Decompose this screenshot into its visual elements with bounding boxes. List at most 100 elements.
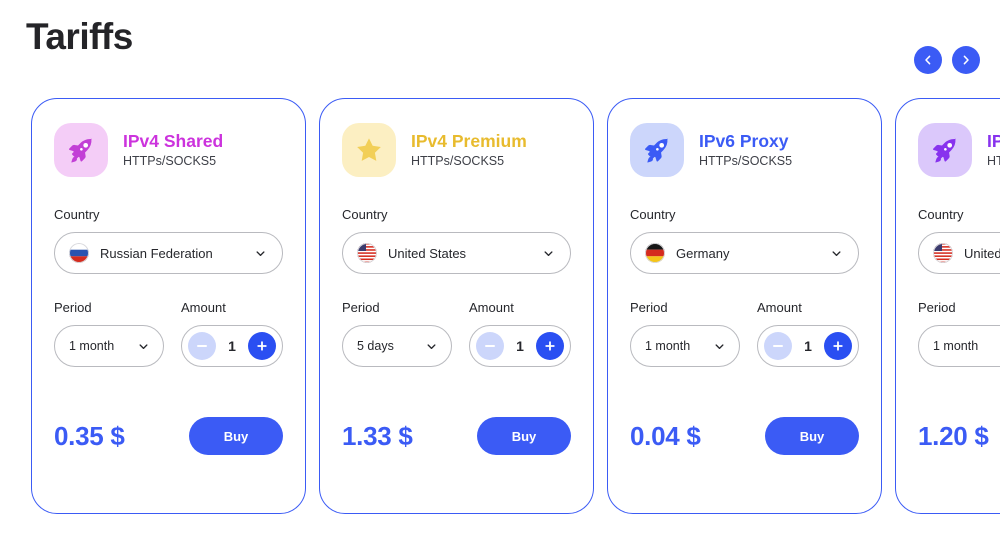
rocket-icon	[69, 137, 92, 163]
country-select[interactable]: United States	[342, 232, 571, 274]
tariff-card: IPv4 Shared HTTPs/SOCKS5 Country Russian Fe…	[31, 98, 306, 514]
tariff-card-titles: IPv4 Shared HTTPs/SOCKS5	[123, 130, 223, 171]
amount-increment-button[interactable]	[248, 332, 276, 360]
tariff-card-header: IPv4 Shared HTTPs/SOCKS5	[54, 121, 283, 179]
tariff-price: 0.35 $	[54, 420, 125, 451]
amount-increment-button[interactable]	[536, 332, 564, 360]
star-icon	[357, 138, 381, 161]
amount-value: 1	[804, 338, 812, 354]
country-field: Country United States	[918, 206, 1000, 274]
chevron-left-icon	[925, 55, 931, 65]
amount-value: 1	[228, 338, 236, 354]
amount-decrement-button[interactable]	[188, 332, 216, 360]
tariff-protocols: HTTPs/SOCKS5	[411, 153, 505, 168]
chevron-down-icon	[544, 250, 553, 256]
amount-label: Amount	[181, 300, 226, 315]
buy-button[interactable]: Buy	[765, 417, 859, 455]
tariff-card: IPv6 Proxy HTTPs/SOCKS5 Country Germany Peri…	[607, 98, 882, 514]
page-title: Tariffs	[26, 16, 133, 57]
tariff-price: 1.20 $	[918, 420, 989, 451]
period-select-value: 1 month	[645, 339, 691, 353]
tariff-price: 0.04 $	[630, 420, 701, 451]
chevron-down-icon	[427, 343, 436, 349]
country-select[interactable]: Russian Federation	[54, 232, 283, 274]
tariff-card-header: IPv4 Premium HTTPs/SOCKS5	[342, 121, 571, 179]
chevron-down-icon	[256, 250, 265, 256]
period-select-value: 1 month	[69, 339, 115, 353]
carousel-next-button[interactable]	[952, 46, 980, 74]
chevron-down-icon	[832, 250, 841, 256]
tariff-icon-tile	[630, 123, 684, 177]
amount-stepper: 1	[757, 325, 859, 367]
amount-increment-button[interactable]	[824, 332, 852, 360]
period-field: Period 5 days	[342, 299, 452, 367]
country-select-value: United States	[964, 245, 1000, 261]
minus-icon	[197, 345, 207, 347]
rocket-icon	[933, 137, 956, 163]
tariff-plan-name: IPv6 Proxy	[699, 130, 789, 151]
period-label: Period	[630, 300, 668, 315]
country-label: Country	[54, 207, 100, 222]
country-flag	[357, 243, 377, 263]
amount-field: Amount 1	[469, 299, 571, 367]
amount-value: 1	[516, 338, 524, 354]
country-label: Country	[630, 207, 676, 222]
period-label: Period	[918, 300, 956, 315]
plus-icon	[833, 341, 843, 351]
tariffs-page: Tariffs IPv4 Shared HTTPs/SOCKS5 Country Ru…	[0, 0, 1000, 546]
amount-decrement-button[interactable]	[764, 332, 792, 360]
amount-field: Amount 1	[181, 299, 283, 367]
period-label: Period	[54, 300, 92, 315]
carousel-prev-button[interactable]	[914, 46, 942, 74]
country-label: Country	[342, 207, 388, 222]
tariff-card-header: IPv4 Private HTTPs/SOCKS5	[918, 121, 1000, 179]
period-select[interactable]: 1 month	[630, 325, 740, 367]
tariff-card-titles: IPv4 Premium HTTPs/SOCKS5	[411, 130, 527, 171]
period-select[interactable]: 5 days	[342, 325, 452, 367]
plus-icon	[257, 341, 267, 351]
price-buy-row: 1.20 $Buy	[918, 417, 1000, 455]
period-field: Period 1 month	[54, 299, 164, 367]
flag-ru-icon	[69, 243, 89, 263]
price-buy-row: 0.35 $ Buy	[54, 417, 283, 455]
tariff-price: 1.33 $	[342, 420, 413, 451]
amount-stepper: 1	[469, 325, 571, 367]
country-select-value: Germany	[676, 245, 730, 261]
rocket-icon	[645, 137, 668, 163]
minus-icon	[485, 345, 495, 347]
buy-button[interactable]: Buy	[189, 417, 283, 455]
tariff-plan-name: IPv4 Private	[987, 130, 1000, 151]
tariff-card-titles: IPv4 Private HTTPs/SOCKS5	[987, 130, 1000, 171]
tariff-card-titles: IPv6 Proxy HTTPs/SOCKS5	[699, 130, 792, 171]
tariff-card: IPv4 Private HTTPs/SOCKS5 Country United St…	[895, 98, 1000, 514]
amount-decrement-button[interactable]	[476, 332, 504, 360]
buy-button[interactable]: Buy	[477, 417, 571, 455]
tariff-protocols: HTTPs/SOCKS5	[699, 153, 793, 168]
period-amount-row: Period 1 month Amount 1	[54, 299, 283, 367]
period-amount-row: Period1 monthAmount1	[918, 299, 1000, 367]
country-label: Country	[918, 207, 964, 222]
tariff-card: IPv4 Premium HTTPs/SOCKS5 Country United St…	[319, 98, 594, 514]
tariff-icon-tile	[54, 123, 108, 177]
amount-stepper: 1	[181, 325, 283, 367]
period-field: Period 1 month	[918, 299, 1000, 367]
country-select[interactable]: United States	[918, 232, 1000, 274]
flag-de-icon	[645, 243, 665, 263]
period-select[interactable]: 1 month	[918, 325, 1000, 367]
country-select[interactable]: Germany	[630, 232, 859, 274]
tariff-icon-tile	[342, 123, 396, 177]
price-buy-row: 1.33 $ Buy	[342, 417, 571, 455]
flag-us-icon	[357, 243, 377, 263]
country-flag	[933, 243, 953, 263]
period-select[interactable]: 1 month	[54, 325, 164, 367]
amount-label: Amount	[757, 300, 802, 315]
country-field: Country Russian Federation	[54, 206, 283, 274]
tariff-card-header: IPv6 Proxy HTTPs/SOCKS5	[630, 121, 859, 179]
chevron-down-icon	[139, 343, 148, 349]
tariff-plan-name: IPv4 Premium	[411, 130, 527, 151]
tariff-icon-tile	[918, 123, 972, 177]
amount-label: Amount	[469, 300, 514, 315]
tariff-protocols: HTTPs/SOCKS5	[123, 153, 217, 168]
tariff-card-list: IPv4 Shared HTTPs/SOCKS5 Country Russian Fe…	[0, 98, 1000, 518]
carousel-nav	[914, 46, 980, 74]
